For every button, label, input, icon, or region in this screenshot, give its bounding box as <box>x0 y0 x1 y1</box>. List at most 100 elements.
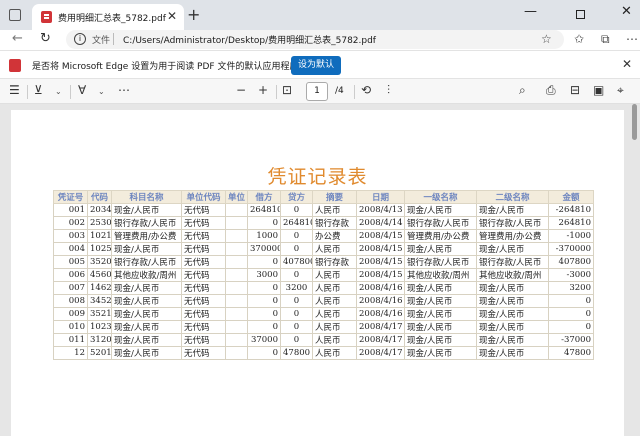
cell-unit <box>225 268 248 282</box>
cell-voucher-no: 001 <box>53 203 88 217</box>
highlight-icon[interactable]: ⊻ <box>34 83 43 97</box>
extensions-icon[interactable]: ⋯ <box>626 32 638 46</box>
cell-level1-name: 现金/人民币 <box>404 281 477 295</box>
cell-amount: 407800 <box>548 255 594 269</box>
info-icon[interactable]: i <box>74 33 86 45</box>
rotate-icon[interactable]: ⟲ <box>361 83 371 97</box>
cell-level2-name: 现金/人民币 <box>476 203 549 217</box>
cell-account-name: 现金/人民币 <box>111 242 182 256</box>
cell-code: 2530 <box>87 216 112 230</box>
cell-summary: 办公费 <box>312 229 357 243</box>
cell-credit: 0 <box>280 229 313 243</box>
infobar-close-icon[interactable]: ✕ <box>622 57 632 71</box>
cell-unit <box>225 229 248 243</box>
window-close-button[interactable]: ✕ <box>621 4 632 19</box>
more-tools-icon[interactable]: ⋯ <box>118 83 130 97</box>
draw-dropdown-icon[interactable]: ⌄ <box>98 87 105 96</box>
table-row: 008 3452 现金/人民币 无代码 0 0 人民币 2008/4/16 现金/人民币 现金/人… <box>53 294 594 308</box>
column-header-level2-name: 二级名称 <box>476 190 549 204</box>
pin-toolbar-icon[interactable]: ⌖ <box>617 83 624 98</box>
cell-account-name: 现金/人民币 <box>111 307 182 321</box>
document-title: 凭证记录表 <box>267 166 368 188</box>
cell-amount: 264810 <box>548 216 594 230</box>
cell-unit-code: 无代码 <box>181 203 226 217</box>
cell-credit: 407800 <box>280 255 313 269</box>
cell-summary: 人民币 <box>312 294 357 308</box>
cell-summary: 人民币 <box>312 307 357 321</box>
cell-summary: 人民币 <box>312 346 357 360</box>
cell-amount: 3200 <box>548 281 594 295</box>
toolbar-divider <box>354 85 355 99</box>
cell-level2-name: 现金/人民币 <box>476 307 549 321</box>
cell-debit: 0 <box>247 307 281 321</box>
pdf-icon <box>41 11 52 23</box>
tab-actions-icon[interactable] <box>9 9 21 21</box>
cell-account-name: 现金/人民币 <box>111 294 182 308</box>
page-total: /4 <box>335 86 344 96</box>
cell-unit-code: 无代码 <box>181 242 226 256</box>
cell-account-name: 银行存款/人民币 <box>111 255 182 269</box>
cell-date: 2008/4/16 <box>356 294 405 308</box>
save-as-icon[interactable]: ⊟ <box>570 83 580 97</box>
table-row: 005 3520 银行存款/人民币 无代码 0 407800 银行存款 2008/4/15 银行… <box>53 255 594 269</box>
scrollbar-track[interactable] <box>630 104 640 436</box>
cell-debit: 0 <box>247 346 281 360</box>
cell-unit <box>225 255 248 269</box>
column-header-level1-name: 一级名称 <box>404 190 477 204</box>
collections-icon[interactable]: ⧉ <box>601 32 610 47</box>
table-row: 006 4560 其他应收款/周州 无代码 3000 0 人民币 2008/4/15 其他应收款… <box>53 268 594 282</box>
cell-unit-code: 无代码 <box>181 255 226 269</box>
cell-voucher-no: 008 <box>53 294 88 308</box>
cell-account-name: 现金/人民币 <box>111 333 182 347</box>
page-view-icon[interactable]: ⫶ <box>387 83 390 98</box>
reload-icon[interactable]: ↻ <box>40 31 51 46</box>
maximize-button[interactable] <box>576 10 585 19</box>
cell-debit: 3000 <box>247 268 281 282</box>
cell-level2-name: 银行存款/人民币 <box>476 216 549 230</box>
highlight-dropdown-icon[interactable]: ⌄ <box>55 87 62 96</box>
draw-icon[interactable]: ∀ <box>78 83 86 97</box>
new-tab-button[interactable]: + <box>187 5 200 24</box>
tab-close-icon[interactable]: ✕ <box>167 9 177 23</box>
cell-summary: 人民币 <box>312 242 357 256</box>
cell-date: 2008/4/15 <box>356 229 405 243</box>
fit-page-icon[interactable]: ⊡ <box>282 83 292 97</box>
favorite-star-icon[interactable]: ☆ <box>541 32 552 46</box>
set-default-button[interactable]: 设为默认 <box>291 56 341 75</box>
cell-unit <box>225 333 248 347</box>
contents-icon[interactable]: ☰ <box>9 83 20 97</box>
table-header-row: 凭证号 代码 科目名称 单位代码 单位 借方 贷方 摘要 日期 一级名称 二级名称 金额 <box>53 190 594 204</box>
cell-credit: 0 <box>280 307 313 321</box>
cell-credit: 0 <box>280 203 313 217</box>
cell-summary: 人民币 <box>312 333 357 347</box>
save-icon[interactable]: ▣ <box>593 83 604 97</box>
print-icon[interactable]: ⎙ <box>546 83 556 98</box>
tab-title: 费用明细汇总表_5782.pdf <box>58 14 166 24</box>
zoom-in-button[interactable]: + <box>258 83 268 97</box>
table-row: 011 3120 现金/人民币 无代码 37000 0 人民币 2008/4/17 现金/人民币… <box>53 333 594 347</box>
table-row: 009 3521 现金/人民币 无代码 0 0 人民币 2008/4/16 现金/人民币 现金/人… <box>53 307 594 321</box>
favorites-icon[interactable]: ✩ <box>574 32 584 46</box>
cell-account-name: 其他应收款/周州 <box>111 268 182 282</box>
page-number-input[interactable]: 1 <box>306 82 328 101</box>
address-bar[interactable]: i 文件 C:/Users/Administrator/Desktop/费用明细… <box>66 30 564 49</box>
table-row: 007 1462 现金/人民币 无代码 0 3200 人民币 2008/4/16 现金/人民币现… <box>53 281 594 295</box>
search-icon[interactable]: ⌕ <box>519 83 526 98</box>
zoom-out-button[interactable]: − <box>236 83 246 97</box>
cell-amount: 47800 <box>548 346 594 360</box>
column-header-unit-code: 单位代码 <box>181 190 226 204</box>
tab-pdf[interactable]: 费用明细汇总表_5782.pdf ✕ <box>32 4 184 30</box>
cell-code: 1025 <box>87 242 112 256</box>
column-header-amount: 金额 <box>548 190 594 204</box>
table-row: 004 1025 现金/人民币 无代码 370000 0 人民币 2008/4/15 现金/人民… <box>53 242 594 256</box>
scrollbar-thumb[interactable] <box>632 104 637 140</box>
cell-unit <box>225 216 248 230</box>
cell-level1-name: 现金/人民币 <box>404 242 477 256</box>
cell-voucher-no: 006 <box>53 268 88 282</box>
back-icon[interactable]: ← <box>12 31 23 46</box>
minimize-button[interactable]: — <box>524 4 537 19</box>
cell-date: 2008/4/15 <box>356 242 405 256</box>
address-url[interactable]: C:/Users/Administrator/Desktop/费用明细汇总表_5… <box>123 33 376 46</box>
cell-amount: 0 <box>548 294 594 308</box>
cell-date: 2008/4/16 <box>356 281 405 295</box>
